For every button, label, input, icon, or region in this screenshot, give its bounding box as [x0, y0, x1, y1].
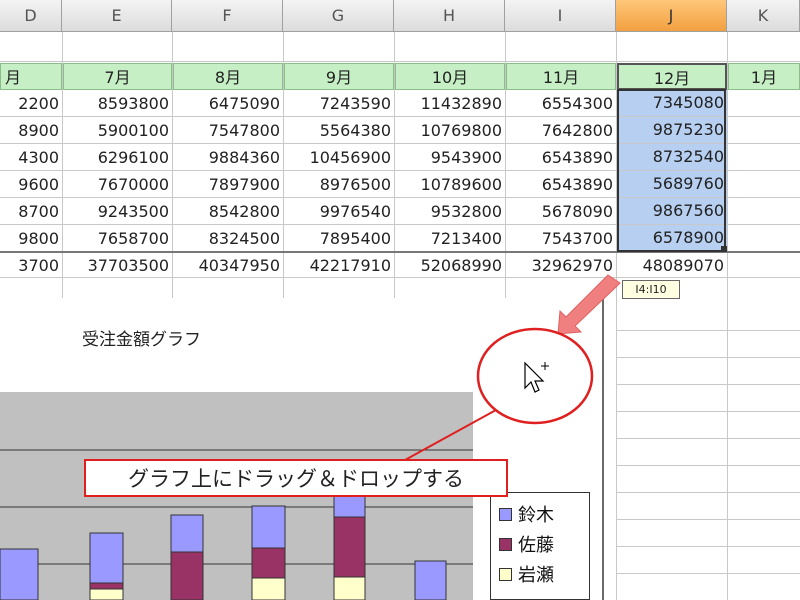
callout-leader-line	[404, 409, 497, 461]
annotation-overlay	[404, 274, 621, 461]
instruction-callout: グラフ上にドラッグ＆ドロップする	[84, 459, 508, 497]
cursor-icon	[524, 361, 549, 393]
arrow-icon	[557, 274, 621, 335]
